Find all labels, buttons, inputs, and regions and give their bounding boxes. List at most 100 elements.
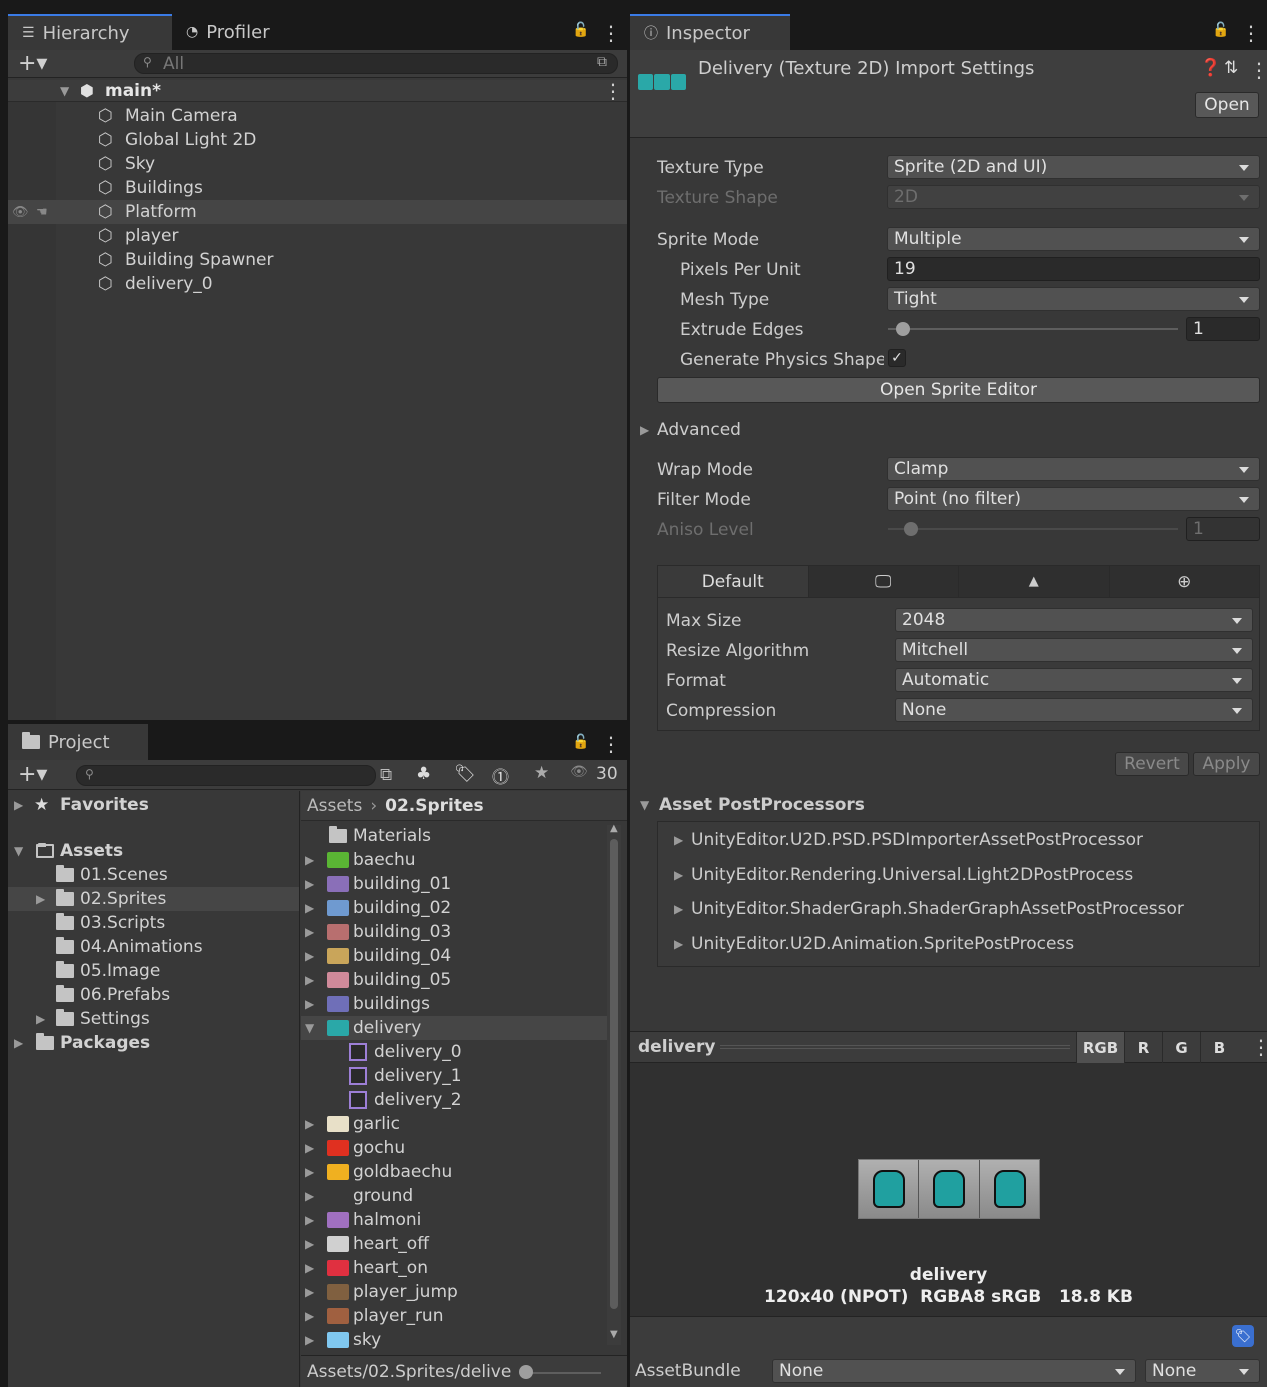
file-item[interactable]: ▶ heart_on	[301, 1256, 607, 1280]
file-expand-icon[interactable]: ▶	[305, 1309, 314, 1323]
scroll-down-icon[interactable]: ▼	[610, 1329, 618, 1340]
file-item[interactable]: delivery_1	[301, 1064, 607, 1088]
breadcrumb-root[interactable]: Assets	[307, 796, 362, 816]
preset-icon[interactable]: ⇅	[1224, 58, 1238, 78]
postprocessor-item[interactable]: ▶ UnityEditor.ShaderGraph.ShaderGraphAsse…	[658, 897, 1259, 921]
file-item[interactable]: ▶ garlic	[301, 1112, 607, 1136]
create-add-icon[interactable]: +▾	[18, 51, 47, 76]
postprocessor-expand-icon[interactable]: ▶	[674, 868, 683, 882]
file-expand-icon[interactable]: ▶	[305, 1141, 314, 1155]
file-item[interactable]: Materials	[301, 824, 607, 848]
hierarchy-item[interactable]: ⬡ Building Spawner	[8, 248, 627, 272]
platform-tab-standalone[interactable]: 🖵	[809, 566, 959, 597]
filter-mode-dropdown[interactable]: Point (no filter)	[887, 487, 1260, 511]
file-item[interactable]: ▶ player_jump	[301, 1280, 607, 1304]
tab-inspector[interactable]: ⓘ Inspector	[630, 14, 790, 50]
file-expand-icon[interactable]: ▶	[305, 949, 314, 963]
file-item[interactable]: ▶ baechu	[301, 848, 607, 872]
visibility-eye-icon[interactable]: 👁	[12, 205, 29, 220]
inspector-lock-icon[interactable]: 🔓	[1212, 22, 1229, 38]
asset-label-tag-icon[interactable]: 🏷	[1232, 1325, 1254, 1347]
component-menu-icon[interactable]	[1249, 58, 1267, 82]
file-item[interactable]: ▶ player_run	[301, 1304, 607, 1328]
tree-folder-item[interactable]: ▶ Settings	[8, 1007, 299, 1031]
hierarchy-item[interactable]: ⬡ Main Camera	[8, 104, 627, 128]
compression-dropdown[interactable]: None	[895, 698, 1253, 722]
advanced-expand-icon[interactable]: ▶	[640, 423, 649, 437]
favorites-row[interactable]: ▶ ★ Favorites	[8, 793, 299, 817]
file-item[interactable]: ▶ ground	[301, 1184, 607, 1208]
mesh-type-dropdown[interactable]: Tight	[887, 287, 1260, 311]
project-lock-icon[interactable]: 🔓	[572, 734, 589, 750]
file-item[interactable]: ▶ halmoni	[301, 1208, 607, 1232]
filter-type-icon[interactable]: ♣	[416, 764, 431, 784]
sprite-mode-dropdown[interactable]: Multiple	[887, 227, 1260, 251]
file-expand-icon[interactable]: ▶	[305, 925, 314, 939]
filter-warning-icon[interactable]: ⓵	[492, 763, 509, 788]
file-expand-icon[interactable]: ▶	[305, 1213, 314, 1227]
file-list-scrollbar[interactable]: ▲ ▼	[607, 823, 621, 1345]
file-item[interactable]: ▶ building_04	[301, 944, 607, 968]
hierarchy-search-input[interactable]: ⚲ All ⧉	[134, 53, 618, 74]
format-dropdown[interactable]: Automatic	[895, 668, 1253, 692]
physics-shape-checkbox[interactable]: ✓	[888, 349, 906, 367]
apply-button[interactable]: Apply	[1193, 752, 1260, 776]
tree-folder-item[interactable]: ▶ 02.Sprites	[8, 887, 299, 911]
file-item[interactable]: delivery_0	[301, 1040, 607, 1064]
postprocessors-expand-icon[interactable]: ▼	[640, 798, 649, 812]
scroll-up-icon[interactable]: ▲	[610, 823, 618, 834]
postprocessor-expand-icon[interactable]: ▶	[674, 937, 683, 951]
tab-profiler[interactable]: ◔ Profiler	[172, 14, 312, 50]
file-expand-icon[interactable]: ▶	[305, 1237, 314, 1251]
postprocessor-item[interactable]: ▶ UnityEditor.Rendering.Universal.Light2D…	[658, 863, 1259, 887]
platform-tab-android[interactable]: ▲	[959, 566, 1110, 597]
channel-button[interactable]: G	[1162, 1032, 1200, 1064]
file-item[interactable]: ▶ gochu	[301, 1136, 607, 1160]
postprocessor-expand-icon[interactable]: ▶	[674, 833, 683, 847]
file-expand-icon[interactable]: ▶	[305, 1189, 314, 1203]
file-expand-icon[interactable]: ▶	[305, 1285, 314, 1299]
project-create-icon[interactable]: +▾	[18, 762, 47, 787]
file-item[interactable]: ▶ building_01	[301, 872, 607, 896]
assetbundle-dropdown[interactable]: None	[772, 1359, 1136, 1383]
file-expand-icon[interactable]: ▶	[305, 997, 314, 1011]
extrude-slider[interactable]	[888, 328, 1178, 330]
extrude-slider-knob[interactable]	[896, 322, 910, 336]
postprocessor-expand-icon[interactable]: ▶	[674, 902, 683, 916]
file-expand-icon[interactable]: ▶	[305, 853, 314, 867]
resize-algorithm-dropdown[interactable]: Mitchell	[895, 638, 1253, 662]
channel-button[interactable]: RGB	[1076, 1032, 1124, 1064]
search-expand-icon[interactable]: ⧉	[597, 54, 607, 70]
file-item[interactable]: ▶ building_02	[301, 896, 607, 920]
file-expand-icon[interactable]: ▼	[305, 1021, 314, 1035]
file-expand-icon[interactable]: ▶	[305, 877, 314, 891]
tab-project[interactable]: Project	[8, 724, 148, 760]
inspector-menu-icon[interactable]	[1241, 21, 1261, 45]
postprocessor-item[interactable]: ▶ UnityEditor.U2D.PSD.PSDImporterAssetPos…	[658, 828, 1259, 852]
scroll-thumb[interactable]	[610, 839, 618, 1309]
help-icon[interactable]: ❓	[1200, 58, 1221, 78]
tree-folder-item[interactable]: 06.Prefabs	[8, 983, 299, 1007]
file-item[interactable]: delivery_2	[301, 1088, 607, 1112]
packages-row[interactable]: ▶ Packages	[8, 1031, 299, 1055]
file-expand-icon[interactable]: ▶	[305, 973, 314, 987]
icon-size-knob[interactable]	[519, 1365, 533, 1379]
hidden-count-eye-icon[interactable]: 👁	[570, 764, 588, 780]
file-item[interactable]: ▶ buildings	[301, 992, 607, 1016]
tab-hierarchy[interactable]: ☰ Hierarchy	[8, 14, 172, 50]
scene-header[interactable]: ▼ ⬢ main*	[8, 79, 627, 103]
scene-menu-icon[interactable]	[603, 79, 623, 103]
tree-folder-item[interactable]: 04.Animations	[8, 935, 299, 959]
file-item[interactable]: ▶ building_05	[301, 968, 607, 992]
folder-expand-icon[interactable]: ▶	[36, 892, 45, 906]
file-expand-icon[interactable]: ▶	[305, 1165, 314, 1179]
extrude-field[interactable]: 1	[1186, 317, 1260, 341]
wrap-mode-dropdown[interactable]: Clamp	[887, 457, 1260, 481]
hierarchy-menu-icon[interactable]	[601, 21, 621, 45]
ppu-field[interactable]: 19	[887, 257, 1260, 281]
file-expand-icon[interactable]: ▶	[305, 1261, 314, 1275]
file-item[interactable]: ▼ delivery	[301, 1016, 607, 1040]
hierarchy-item[interactable]: ⬡ Global Light 2D	[8, 128, 627, 152]
file-expand-icon[interactable]: ▶	[305, 901, 314, 915]
hierarchy-item[interactable]: 👁 ☚ ⬡ Platform	[8, 200, 627, 224]
